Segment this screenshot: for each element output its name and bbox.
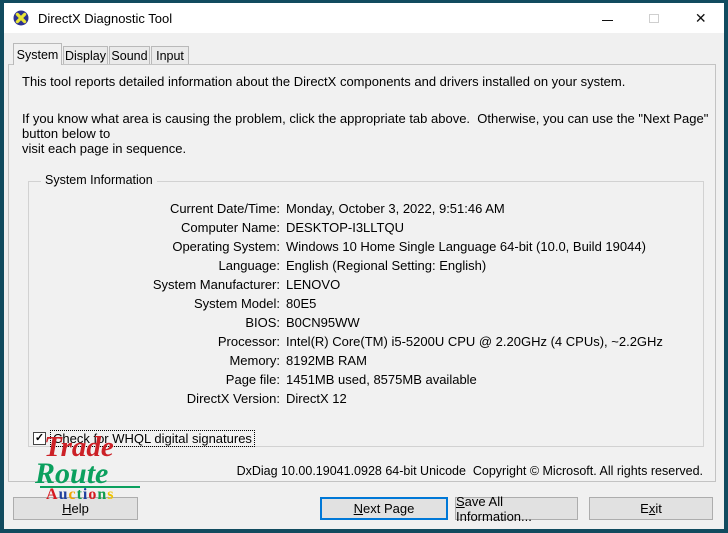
info-row: Page file: 1451MB used, 8575MB available [40,370,702,389]
tab-input-label: Input [156,49,184,63]
whql-checkbox[interactable]: ✓ [33,432,46,445]
save-all-information-button[interactable]: Save All Information... [455,497,578,520]
tab-display-label: Display [65,49,106,63]
info-row: System Manufacturer: LENOVO [40,275,702,294]
close-button[interactable]: ✕ [677,3,724,33]
info-value: English (Regional Setting: English) [286,258,486,273]
info-label: System Model: [40,296,280,311]
info-row: Language: English (Regional Setting: Engl… [40,256,702,275]
exit-button[interactable]: Exit [589,497,713,520]
info-value: 80E5 [286,296,316,311]
tab-system-label: System [17,48,59,62]
whql-checkbox-label[interactable]: Check for WHQL digital signatures [50,430,255,447]
close-icon: ✕ [695,11,707,25]
info-row: Operating System: Windows 10 Home Single … [40,237,702,256]
tab-input[interactable]: Input [151,46,189,65]
help-button-label: Help [62,501,89,516]
tab-system[interactable]: System [13,43,62,65]
info-row: Computer Name: DESKTOP-I3LLTQU [40,218,702,237]
window-title: DirectX Diagnostic Tool [38,11,172,26]
info-label: Operating System: [40,239,280,254]
info-value: DESKTOP-I3LLTQU [286,220,404,235]
tab-display[interactable]: Display [63,46,108,65]
check-icon: ✓ [35,433,44,444]
info-value: Intel(R) Core(TM) i5-5200U CPU @ 2.20GHz… [286,334,663,349]
intro-paragraph-1: This tool reports detailed information a… [22,74,714,89]
dxdiag-window: DirectX Diagnostic Tool ✕ System Display… [0,0,728,533]
next-page-button-label: Next Page [354,501,415,516]
info-row: System Model: 80E5 [40,294,702,313]
info-row: DirectX Version: DirectX 12 [40,389,702,408]
next-page-button[interactable]: Next Page [320,497,448,520]
minimize-icon [602,20,613,21]
info-label: Computer Name: [40,220,280,235]
info-label: Processor: [40,334,280,349]
info-value: B0CN95WW [286,315,360,330]
system-information-rows: Current Date/Time: Monday, October 3, 202… [40,199,702,408]
groupbox-legend: System Information [41,173,157,187]
info-row: BIOS: B0CN95WW [40,313,702,332]
info-label: Language: [40,258,280,273]
info-value: 1451MB used, 8575MB available [286,372,477,387]
info-label: Memory: [40,353,280,368]
help-button[interactable]: Help [13,497,138,520]
info-value: DirectX 12 [286,391,347,406]
info-label: Page file: [40,372,280,387]
info-row: Current Date/Time: Monday, October 3, 202… [40,199,702,218]
info-value: 8192MB RAM [286,353,367,368]
version-status-text: DxDiag 10.00.19041.0928 64-bit Unicode C… [237,464,703,478]
intro-paragraph-2: If you know what area is causing the pro… [22,111,714,156]
minimize-button[interactable] [584,3,631,33]
info-value: LENOVO [286,277,340,292]
tab-sound-label: Sound [111,49,147,63]
save-all-information-button-label: Save All Information... [456,494,577,524]
window-controls: ✕ [584,3,724,33]
info-label: DirectX Version: [40,391,280,406]
tab-sound[interactable]: Sound [109,46,150,65]
directx-icon [13,10,29,26]
info-row: Memory: 8192MB RAM [40,351,702,370]
maximize-icon [649,14,659,23]
info-label: BIOS: [40,315,280,330]
info-label: Current Date/Time: [40,201,280,216]
exit-button-label: Exit [640,501,662,516]
info-row: Processor: Intel(R) Core(TM) i5-5200U CPU… [40,332,702,351]
info-value: Monday, October 3, 2022, 9:51:46 AM [286,201,505,216]
info-value: Windows 10 Home Single Language 64-bit (… [286,239,646,254]
maximize-button [631,3,678,33]
whql-checkbox-row: ✓ Check for WHQL digital signatures [33,430,255,447]
info-label: System Manufacturer: [40,277,280,292]
